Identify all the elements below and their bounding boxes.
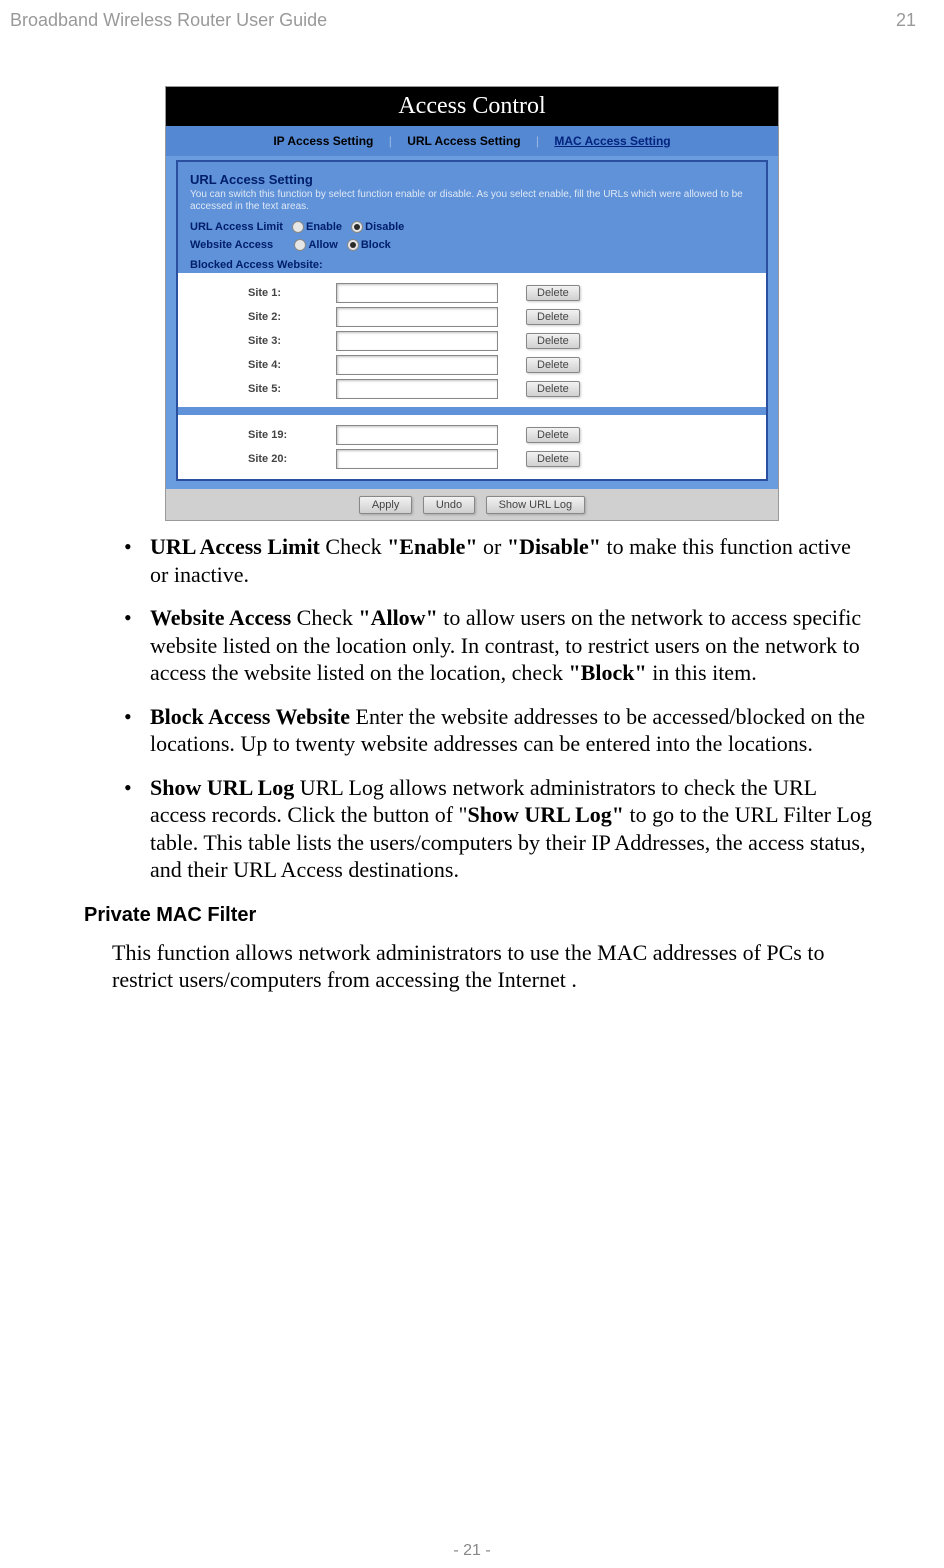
panel-heading: URL Access Setting	[190, 172, 754, 187]
radio-allow-label: Allow	[308, 239, 337, 251]
doc-title: Broadband Wireless Router User Guide	[10, 10, 327, 31]
term: Show URL Log	[150, 775, 294, 800]
term: URL Access Limit	[150, 534, 320, 559]
page-footer: - 21 -	[0, 1542, 944, 1560]
section-heading-private-mac-filter: Private MAC Filter	[84, 904, 872, 927]
delete-button[interactable]: Delete	[526, 427, 580, 443]
site-row: Site 19: Delete	[248, 425, 726, 445]
site-label: Site 20:	[248, 453, 308, 465]
site-input[interactable]	[336, 331, 498, 351]
bullet-website-access: Website Access Check "Allow" to allow us…	[112, 604, 872, 687]
radio-block-label: Block	[361, 239, 391, 251]
site-label: Site 4:	[248, 359, 308, 371]
site-row: Site 3: Delete	[248, 331, 726, 351]
bullet-show-url-log: Show URL Log URL Log allows network admi…	[112, 774, 872, 884]
url-access-limit-row: URL Access Limit Enable Disable	[190, 221, 754, 233]
settings-panel: URL Access Setting You can switch this f…	[176, 160, 768, 481]
delete-button[interactable]: Delete	[526, 381, 580, 397]
site-input[interactable]	[336, 449, 498, 469]
site-input[interactable]	[336, 307, 498, 327]
site-row: Site 4: Delete	[248, 355, 726, 375]
site-label: Site 3:	[248, 335, 308, 347]
site-row: Site 2: Delete	[248, 307, 726, 327]
radio-allow[interactable]	[294, 239, 306, 251]
site-list-2: Site 19: Delete Site 20: Delete	[178, 407, 766, 479]
delete-button[interactable]: Delete	[526, 451, 580, 467]
tab-separator: |	[389, 134, 392, 148]
tab-ip-access[interactable]: IP Access Setting	[273, 134, 373, 148]
site-row: Site 20: Delete	[248, 449, 726, 469]
undo-button[interactable]: Undo	[423, 496, 475, 514]
delete-button[interactable]: Delete	[526, 333, 580, 349]
radio-disable-label: Disable	[365, 221, 404, 233]
site-label: Site 5:	[248, 383, 308, 395]
bullet-list: URL Access Limit Check "Enable" or "Disa…	[112, 533, 872, 884]
section-body-private-mac-filter: This function allows network administrat…	[112, 939, 872, 994]
page-header: Broadband Wireless Router User Guide 21	[0, 0, 944, 31]
site-label: Site 2:	[248, 311, 308, 323]
apply-button[interactable]: Apply	[359, 496, 413, 514]
url-access-limit-label: URL Access Limit	[190, 221, 283, 233]
tab-bar: IP Access Setting | URL Access Setting |…	[166, 126, 778, 156]
blocked-website-label: Blocked Access Website:	[190, 259, 754, 271]
delete-button[interactable]: Delete	[526, 285, 580, 301]
radio-enable-label: Enable	[306, 221, 342, 233]
site-input[interactable]	[336, 355, 498, 375]
bullet-block-access-website: Block Access Website Enter the website a…	[112, 703, 872, 758]
site-input[interactable]	[336, 425, 498, 445]
page-number-bottom: - 21 -	[453, 1542, 490, 1559]
tab-mac-access[interactable]: MAC Access Setting	[554, 134, 670, 148]
show-url-log-button[interactable]: Show URL Log	[486, 496, 586, 514]
website-access-row: Website Access Allow Block	[190, 239, 754, 251]
radio-disable[interactable]	[351, 221, 363, 233]
panel-description: You can switch this function by select f…	[190, 189, 754, 213]
site-label: Site 1:	[248, 287, 308, 299]
site-row: Site 5: Delete	[248, 379, 726, 399]
page-number-top: 21	[896, 10, 916, 31]
term: Website Access	[150, 605, 291, 630]
button-bar: Apply Undo Show URL Log	[166, 489, 778, 520]
delete-button[interactable]: Delete	[526, 357, 580, 373]
website-access-label: Website Access	[190, 239, 273, 251]
site-input[interactable]	[336, 283, 498, 303]
site-label: Site 19:	[248, 429, 308, 441]
router-screenshot: Access Control IP Access Setting | URL A…	[165, 86, 779, 521]
tab-separator: |	[536, 134, 539, 148]
radio-enable[interactable]	[292, 221, 304, 233]
radio-block[interactable]	[347, 239, 359, 251]
tab-url-access[interactable]: URL Access Setting	[407, 134, 520, 148]
site-input[interactable]	[336, 379, 498, 399]
term: Block Access Website	[150, 704, 350, 729]
site-row: Site 1: Delete	[248, 283, 726, 303]
site-list-1: Site 1: Delete Site 2: Delete Site 3: Delet…	[178, 273, 766, 409]
bullet-url-access-limit: URL Access Limit Check "Enable" or "Disa…	[112, 533, 872, 588]
delete-button[interactable]: Delete	[526, 309, 580, 325]
window-title: Access Control	[166, 87, 778, 126]
